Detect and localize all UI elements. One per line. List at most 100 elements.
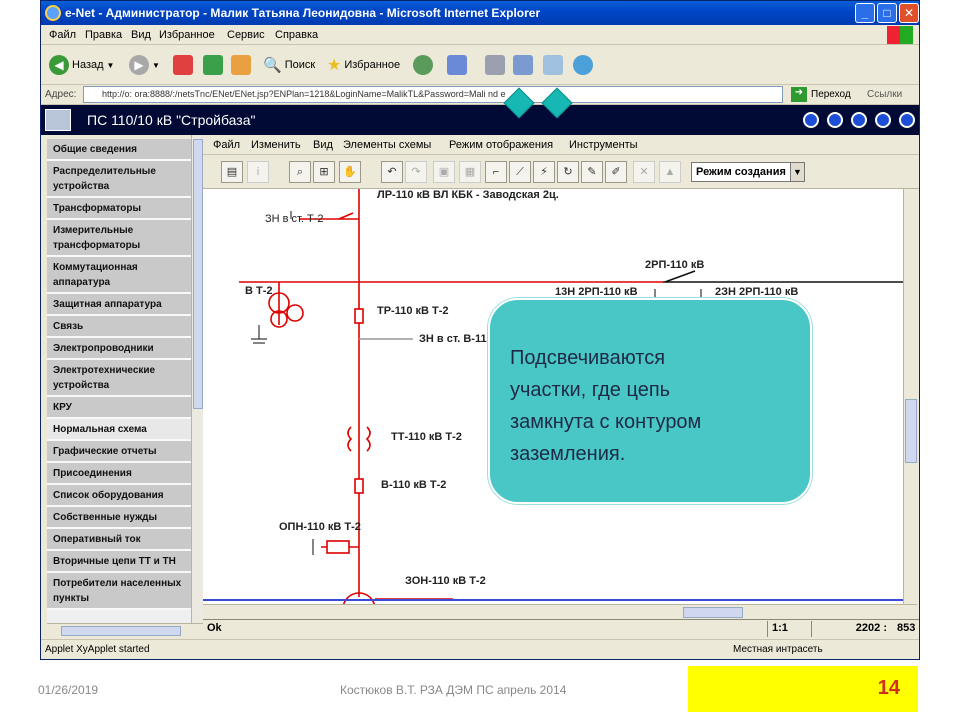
back-label: Назад (72, 59, 104, 71)
edit-circle-icon[interactable] (851, 112, 867, 128)
print-icon[interactable] (485, 55, 505, 75)
sidebar-item-label: Коммутационная аппаратура (53, 262, 138, 288)
fit-icon[interactable]: ⊞ (313, 161, 335, 183)
sidebar-item-label: Присоединения (53, 468, 132, 479)
sidebar-item[interactable]: КРУ (47, 397, 191, 419)
ie-toolbar: ◀ Назад ▼ ▶ ▼ 🔍 Поиск ★ Избранное (41, 45, 919, 85)
scroll-thumb[interactable] (683, 607, 743, 618)
sidebar-item[interactable]: Графические отчеты (47, 441, 191, 463)
messenger-icon[interactable] (573, 55, 593, 75)
sidebar-item[interactable]: Связь (47, 316, 191, 338)
hand-icon[interactable]: ✋ (339, 161, 361, 183)
paste-icon[interactable]: ▦ (459, 161, 481, 183)
sidebar-nav: Общие сведения Распределительные устройст… (47, 139, 191, 623)
info-icon[interactable]: i (247, 161, 269, 183)
switch-icon[interactable]: ⚡ (533, 161, 555, 183)
list-circle-icon[interactable] (827, 112, 843, 128)
exit-circle-icon[interactable] (899, 112, 915, 128)
window-title: e-Net - Администратор - Малик Татьяна Ле… (65, 6, 541, 20)
redo-icon[interactable]: ↷ (405, 161, 427, 183)
sidebar-item[interactable]: Список оборудования (47, 485, 191, 507)
sidebar-item[interactable]: Электропроводники (47, 338, 191, 360)
go-arrow-icon[interactable]: ➜ (791, 87, 807, 102)
search-button[interactable]: 🔍 Поиск (263, 53, 315, 77)
sidebar-item[interactable]: Коммутационная аппаратура (47, 257, 191, 294)
canvas-hscrollbar[interactable] (203, 604, 917, 619)
mode-select-value: Режим создания (696, 166, 786, 178)
sidebar-item[interactable]: Электротехнические устройства (47, 360, 191, 397)
lock-icon[interactable]: ▲ (659, 161, 681, 183)
menu-help[interactable]: Справка (275, 29, 318, 41)
back-circle-icon[interactable] (803, 112, 819, 128)
menu-tools[interactable]: Сервис (227, 29, 265, 41)
home-icon[interactable] (231, 55, 251, 75)
sidebar-item[interactable]: Защитная аппаратура (47, 294, 191, 316)
forward-button[interactable]: ▶ ▼ (129, 53, 160, 77)
maximize-button[interactable]: □ (877, 3, 897, 23)
draw2-icon[interactable]: ✐ (605, 161, 627, 183)
delete-icon[interactable]: ✕ (633, 161, 655, 183)
menu-file[interactable]: Файл (49, 29, 76, 41)
minimize-button[interactable]: _ (855, 3, 875, 23)
favorites-button[interactable]: ★ Избранное (327, 53, 400, 77)
app-menu-display-mode[interactable]: Режим отображения (449, 139, 553, 151)
refresh-icon[interactable] (203, 55, 223, 75)
zoom-icon[interactable]: ⌕ (289, 161, 311, 183)
history-icon[interactable] (413, 55, 433, 75)
app-menu-tools[interactable]: Инструменты (569, 139, 638, 151)
window-titlebar[interactable]: e-Net - Администратор - Малик Татьяна Ле… (41, 1, 919, 25)
sidebar-item[interactable]: Трансформаторы (47, 198, 191, 220)
address-label: Адрес: (45, 89, 77, 100)
scroll-thumb[interactable] (61, 626, 181, 636)
help-circle-icon[interactable] (875, 112, 891, 128)
canvas-vscrollbar[interactable] (903, 189, 917, 604)
sidebar-item[interactable]: Собственные нужды (47, 507, 191, 529)
sidebar-item[interactable]: Оперативный ток (47, 529, 191, 551)
sidebar-item[interactable]: Вторичные цепи ТТ и ТН (47, 551, 191, 573)
address-input[interactable]: http://o: ora:8888/:/netsTnc/ENet/ENet.j… (83, 86, 783, 103)
menu-view[interactable]: Вид (131, 29, 151, 41)
line-icon[interactable]: ⟋ (509, 161, 531, 183)
sidebar-item-label: Распределительные устройства (53, 166, 156, 192)
app-menu-elements[interactable]: Элементы схемы (343, 139, 431, 151)
edit-icon[interactable] (513, 55, 533, 75)
links-button[interactable]: Ссылки (867, 89, 902, 100)
sidebar-hscrollbar[interactable] (47, 623, 203, 637)
back-button[interactable]: ◀ Назад ▼ (49, 53, 114, 77)
sidebar-item-label: Потребители населенных пункты (53, 578, 182, 604)
menu-favorites[interactable]: Избранное (159, 29, 215, 41)
label-opn: ОПН-110 кВ Т-2 (279, 521, 361, 533)
app-toolbar: ▤ i ⌕ ⊞ ✋ ↶ ↷ ▣ ▦ ⌐ ⟋ ⚡ ↻ ✎ ✐ ✕ ▲ Режим … (203, 155, 919, 189)
label-v110: В-110 кВ Т-2 (381, 479, 447, 491)
undo-icon[interactable]: ↶ (381, 161, 403, 183)
sidebar-item[interactable]: Присоединения (47, 463, 191, 485)
app-menu-edit[interactable]: Изменить (251, 139, 301, 151)
sidebar-item[interactable]: Общие сведения (47, 139, 191, 161)
print-icon[interactable]: ▤ (221, 161, 243, 183)
draw-icon[interactable]: ✎ (581, 161, 603, 183)
connect-icon[interactable]: ⌐ (485, 161, 507, 183)
label-2rp110: 2РП-110 кВ (645, 259, 705, 271)
search-icon: 🔍 (263, 57, 282, 74)
stop-icon[interactable] (173, 55, 193, 75)
menu-edit[interactable]: Правка (85, 29, 122, 41)
sidebar-item[interactable]: Измерительные трансформаторы (47, 220, 191, 257)
sidebar-item-label: Вторичные цепи ТТ и ТН (53, 556, 176, 567)
sidebar-item[interactable]: Нормальная схема (47, 419, 191, 441)
discuss-icon[interactable] (543, 55, 563, 75)
sidebar-item[interactable]: Распределительные устройства (47, 161, 191, 198)
scroll-thumb[interactable] (193, 139, 203, 409)
rotate-icon[interactable]: ↻ (557, 161, 579, 183)
copy-icon[interactable]: ▣ (433, 161, 455, 183)
mail-icon[interactable] (447, 55, 467, 75)
sidebar-scrollbar[interactable] (191, 135, 203, 623)
sidebar-item[interactable]: Потребители населенных пункты (47, 573, 191, 610)
app-menu-file[interactable]: Файл (213, 139, 240, 151)
go-button[interactable]: Переход (811, 89, 851, 100)
mode-select[interactable]: Режим создания ▼ (691, 162, 805, 182)
app-menu-view[interactable]: Вид (313, 139, 333, 151)
close-button[interactable]: ✕ (899, 3, 919, 23)
label-13n: 13Н 2РП-110 кВ (555, 286, 638, 298)
sidebar-item-label: Электропроводники (53, 343, 154, 354)
scroll-thumb[interactable] (905, 399, 917, 463)
